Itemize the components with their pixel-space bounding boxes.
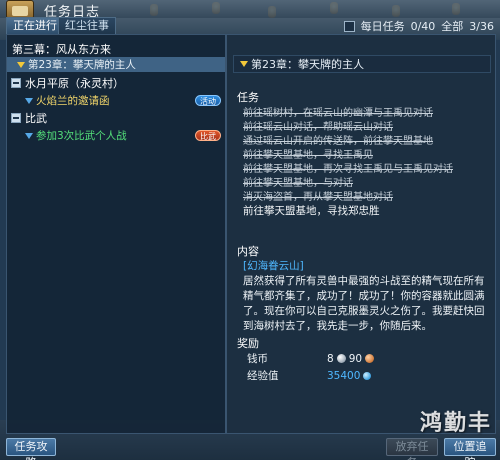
- daily-quest-checkbox[interactable]: [343, 20, 355, 32]
- quest-log-window: 任务日志 每日任务 0/40 全部 3/36 正在进行 红尘往事 第三幕：风从东…: [0, 0, 500, 460]
- track-location-button[interactable]: 位置追踪: [444, 438, 496, 460]
- quest-counters: 每日任务 0/40 全部 3/36: [343, 18, 494, 34]
- group-label: 比武: [25, 111, 47, 125]
- money-label: 钱币: [247, 353, 268, 365]
- copper-amount: 90: [348, 352, 363, 365]
- all-quest-count: 3/36: [469, 19, 494, 33]
- copper-coin-icon: [365, 354, 375, 363]
- quest-detail-title: 第23章：攀天牌的主人: [251, 58, 364, 71]
- daily-quest-label: 每日任务: [360, 20, 405, 33]
- quest-description-text: 居然获得了所有灵兽中最强的斗战至的精气现在所有精气都齐集了，成功了！成功了！你的…: [243, 275, 485, 332]
- tab-in-progress[interactable]: 正在进行: [6, 17, 64, 34]
- list-item-quest[interactable]: 火焰兰的邀请函 活动: [7, 93, 225, 108]
- silver-coin-icon: [336, 354, 346, 363]
- completed-task: 前往瑶树村，在瑶云山的幽潭与王禹见对话: [243, 108, 433, 119]
- reward-money-row: 钱币 8 90: [247, 351, 375, 366]
- list-group-biwu[interactable]: 比武: [7, 110, 225, 125]
- daily-quest-count: 0/40: [410, 19, 436, 33]
- quest-label: 火焰兰的邀请函: [36, 95, 110, 107]
- chapter-title: 第三幕：风从东方来: [12, 43, 111, 56]
- task-section-label: 任务: [237, 91, 259, 104]
- location-link[interactable]: [幻海眷云山]: [243, 259, 487, 274]
- reward-exp-row: 经验值 35400: [247, 368, 372, 383]
- list-item-quest[interactable]: 参加3次比武个人战 比武: [7, 128, 225, 143]
- completed-task: 前往攀天盟基地，与对话: [243, 178, 353, 189]
- content-section-label: 内容: [237, 245, 259, 258]
- quest-label: 第23章：攀天牌的主人: [28, 59, 136, 71]
- abandon-quest-button[interactable]: 放弃任务: [386, 438, 438, 460]
- exp-value: 35400: [327, 369, 372, 382]
- pvp-quest-arrow-icon: [25, 132, 33, 139]
- completed-task: 前往攀天盟基地，寻找王禹见: [243, 150, 373, 161]
- main-quest-arrow-icon: [17, 61, 25, 68]
- quest-guide-button[interactable]: 任务攻略: [6, 438, 56, 460]
- current-task: 前往攀天盟基地，寻找郑忠胜: [243, 205, 380, 217]
- all-quest-label: 全部: [441, 20, 464, 33]
- event-quest-arrow-icon: [25, 97, 33, 104]
- silver-amount: 8: [327, 352, 334, 365]
- reward-section-label: 奖励: [237, 337, 259, 350]
- completed-task: 前往攀天盟基地，再次寻找王禹见与王禹见对话: [243, 164, 453, 175]
- collapse-toggle-icon[interactable]: [11, 112, 21, 123]
- watermark-text: 鸿勤丰: [419, 411, 492, 436]
- tab-past-events[interactable]: 红尘往事: [58, 17, 116, 34]
- exp-amount: 35400: [327, 369, 361, 382]
- quest-list-panel: 第三幕：风从东方来 第23章：攀天牌的主人 水月平原（永灵村） 火焰兰的邀请函 …: [6, 34, 226, 434]
- completed-task: 前往瑶云山对话，帮助瑶云山对话: [243, 122, 393, 133]
- quest-label: 参加3次比武个人战: [36, 130, 127, 142]
- exp-drop-icon: [363, 371, 372, 380]
- collapse-toggle-icon[interactable]: [11, 77, 21, 88]
- completed-task: 消灭海盗首，再从攀天盟基地对话: [243, 192, 393, 203]
- list-group-shuiyue[interactable]: 水月平原（永灵村）: [7, 75, 225, 90]
- pvp-badge: 比武: [195, 130, 221, 141]
- exp-label: 经验值: [247, 370, 279, 382]
- list-item-quest-selected[interactable]: 第23章：攀天牌的主人: [7, 57, 225, 72]
- quest-detail-header: 第23章：攀天牌的主人: [233, 55, 491, 73]
- group-label: 水月平原（永灵村）: [25, 76, 124, 90]
- quest-detail-panel: 第23章：攀天牌的主人 任务 前往瑶树村，在瑶云山的幽潭与王禹见对话 前往瑶云山…: [226, 34, 496, 434]
- completed-task: 通过瑶云山开启的传送阵，前往攀天盟基地: [243, 136, 433, 147]
- quest-description: [幻海眷云山] 居然获得了所有灵兽中最强的斗战至的精气现在所有精气都齐集了，成功…: [243, 259, 487, 334]
- event-badge: 活动: [195, 95, 221, 106]
- money-value: 8 90: [327, 352, 375, 365]
- main-quest-arrow-icon: [240, 61, 248, 67]
